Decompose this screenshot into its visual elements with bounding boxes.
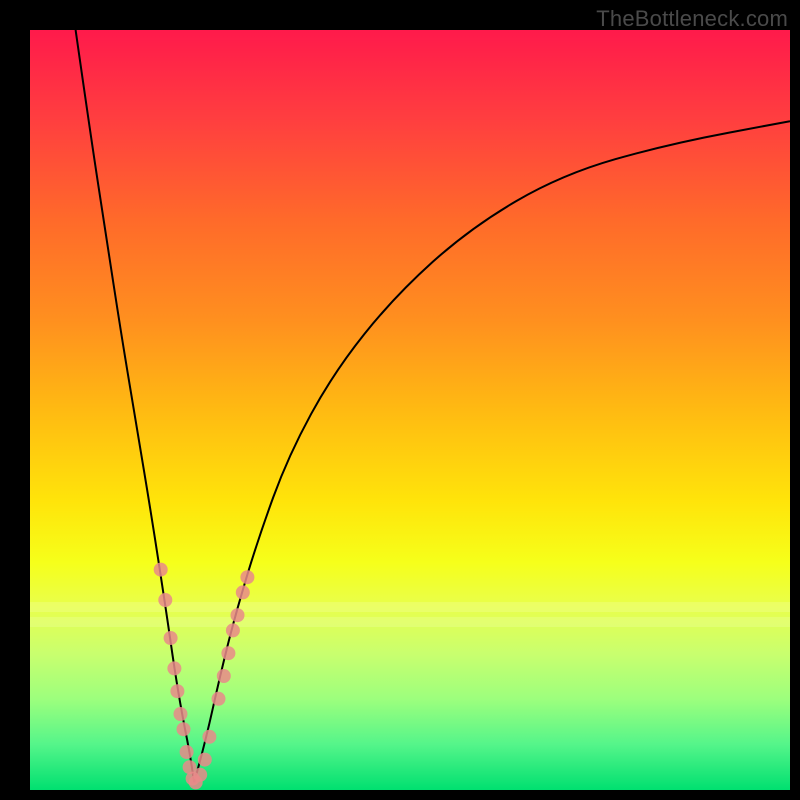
chart-frame: TheBottleneck.com	[0, 0, 800, 800]
marker-point	[236, 585, 250, 599]
marker-point	[202, 730, 216, 744]
marker-point	[221, 646, 235, 660]
marker-point	[174, 707, 188, 721]
marker-point	[170, 684, 184, 698]
marker-point	[226, 623, 240, 637]
marker-point	[154, 563, 168, 577]
marker-point	[180, 745, 194, 759]
marker-point	[193, 768, 207, 782]
watermark-text: TheBottleneck.com	[596, 6, 788, 32]
curve-right-branch	[194, 121, 790, 782]
marker-point	[240, 570, 254, 584]
marker-point	[212, 692, 226, 706]
marker-point	[177, 722, 191, 736]
plot-area	[30, 30, 790, 790]
bottleneck-curve	[30, 30, 790, 790]
marker-point	[231, 608, 245, 622]
marker-point	[164, 631, 178, 645]
marker-point	[167, 661, 181, 675]
marker-point	[198, 753, 212, 767]
marker-point	[217, 669, 231, 683]
marker-group	[154, 563, 255, 790]
marker-point	[158, 593, 172, 607]
